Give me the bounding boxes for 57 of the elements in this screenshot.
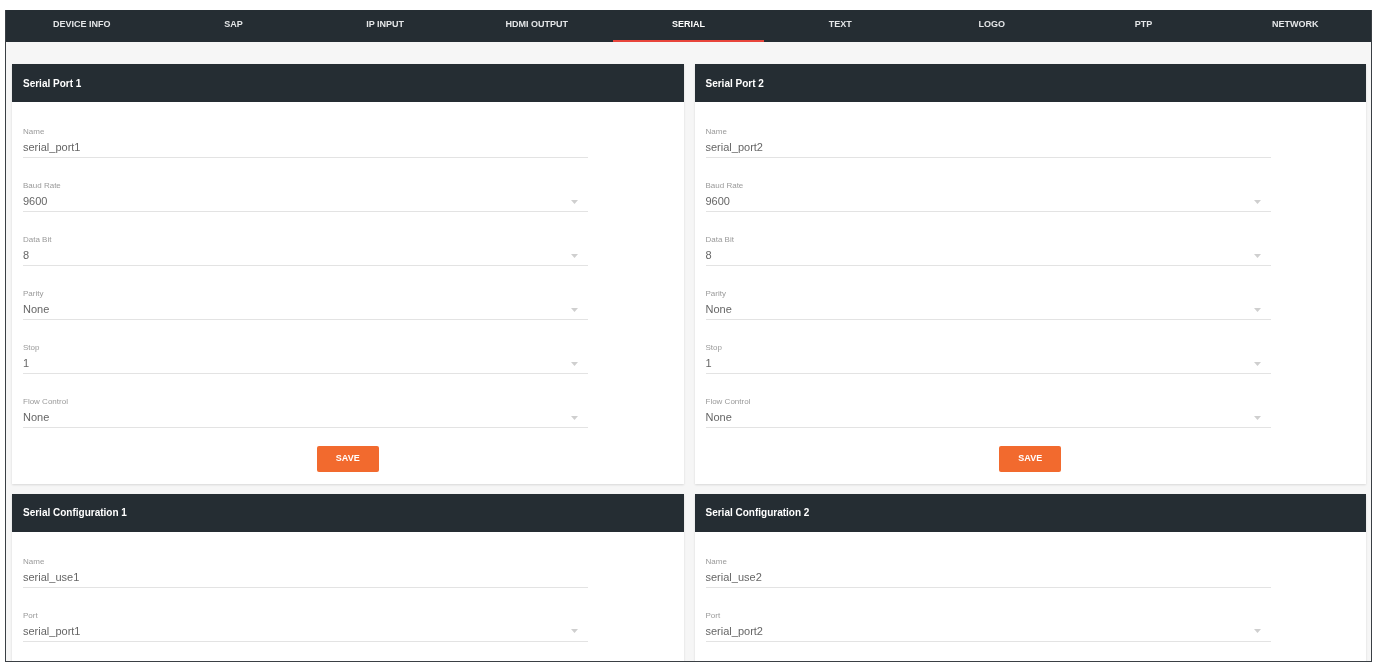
dropdown-field[interactable]: None [705,408,1271,428]
field-label: Baud Rate [705,180,745,192]
dropdown-field[interactable]: 1 [705,354,1271,374]
panel-title: Serial Port 2 [694,64,1366,102]
caret-icon [1253,415,1261,420]
dropdown-field[interactable]: serial_port1 [23,621,589,642]
field-label: Flow Control [705,396,752,408]
dropdown-field[interactable]: None [23,300,589,320]
nav-tab[interactable]: SERIAL [612,10,765,42]
caret-icon [571,199,579,204]
caret-icon [1253,199,1261,204]
dropdown-field[interactable]: 9600 [705,192,1271,212]
nav-tab[interactable]: IP INPUT [309,10,461,42]
field-label: Parity [23,288,45,300]
input-field[interactable]: serial_port1 [23,138,589,158]
nav-tab[interactable]: LOGO [916,10,1068,42]
field-label: Port [705,609,722,622]
field-label: Port [23,609,39,622]
dropdown-field[interactable]: 8 [23,246,589,266]
input-field[interactable]: serial_port2 [705,138,1271,158]
field-label: Flow Control [23,396,69,408]
dropdown-field[interactable]: None [705,300,1271,320]
caret-icon [571,307,579,312]
input-field[interactable]: serial_use1 [23,567,589,588]
panel-title: Serial Configuration 2 [694,493,1366,532]
nav-tab[interactable]: NETWORK [1219,10,1371,42]
caret-icon [1253,361,1261,366]
field-label: Stop [705,342,723,354]
input-field[interactable]: serial_use2 [705,567,1271,588]
field-label: Stop [23,342,41,354]
caret-icon [571,415,579,420]
caret-icon [1253,253,1261,258]
field-label: Data Bit [705,234,735,246]
dropdown-field[interactable]: 9600 [23,192,589,212]
field-label: Parity [705,288,727,300]
dropdown-field[interactable]: 1 [23,354,589,374]
field-label: Data Bit [23,234,53,246]
panel-title: Serial Configuration 1 [12,493,684,532]
caret-icon [571,361,579,366]
nav-tab[interactable]: SAP [157,10,310,42]
nav-tab[interactable]: TEXT [764,10,917,42]
panel-title: Serial Port 1 [12,64,684,102]
field-label: Name [705,126,728,138]
caret-icon [571,253,579,258]
dropdown-field[interactable]: None [23,408,589,428]
dropdown-field[interactable]: serial_port2 [705,621,1271,642]
caret-icon [571,629,579,634]
field-label: Name [23,126,46,138]
nav-tab[interactable]: HDMI OUTPUT [461,10,613,42]
caret-icon [1253,307,1261,312]
field-label: Baud Rate [23,180,62,192]
dropdown-field[interactable]: 8 [705,246,1271,266]
caret-icon [1253,629,1261,634]
nav-tab[interactable]: PTP [1067,10,1220,42]
field-label: Name [705,555,728,568]
nav-tab[interactable]: DEVICE INFO [6,10,158,42]
field-label: Name [23,555,46,568]
